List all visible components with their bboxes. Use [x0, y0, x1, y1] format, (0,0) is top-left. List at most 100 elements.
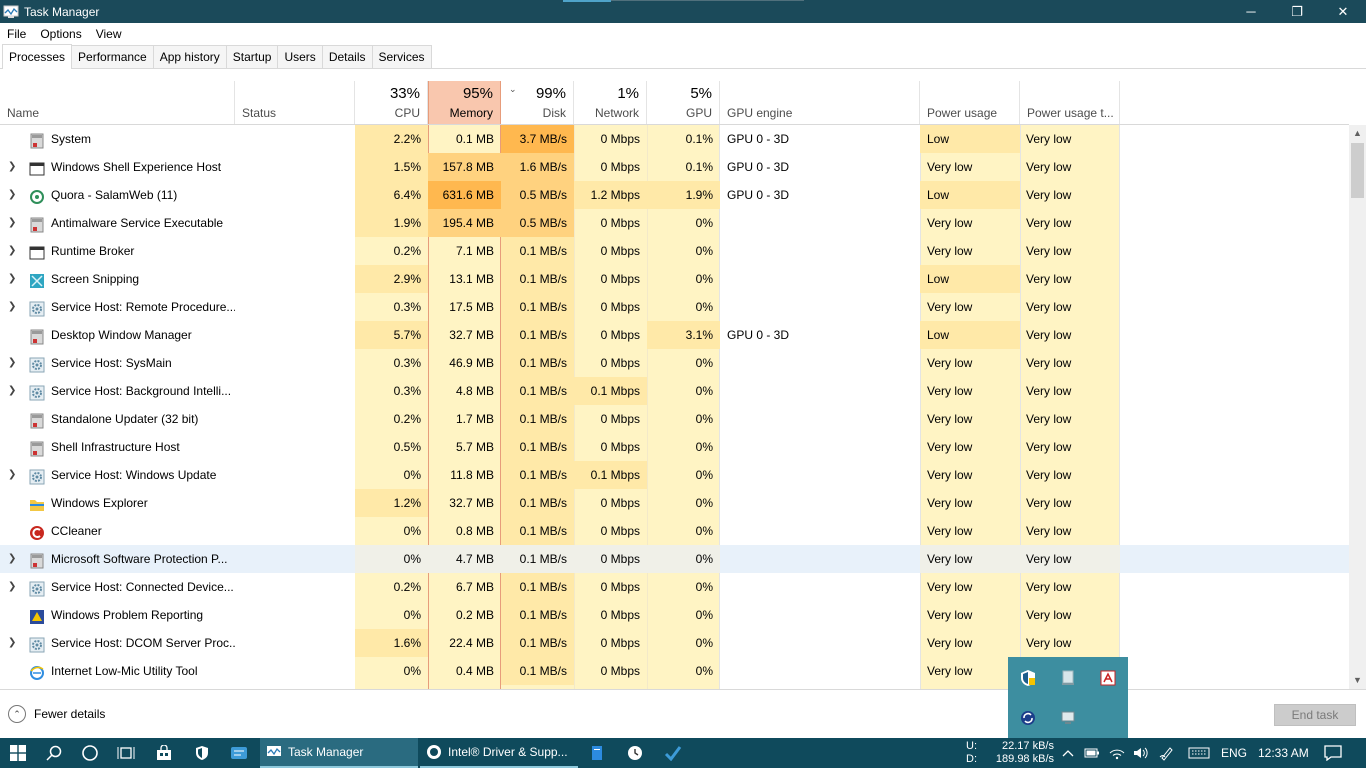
column-header-gpu[interactable]: 5% GPU: [647, 81, 720, 124]
net-cell: 0.1 Mbps: [574, 377, 647, 405]
table-row[interactable]: Windows Explorer 1.2% 32.7 MB 0.1 MB/s 0 Mbp…: [0, 489, 1349, 517]
gpu-total: 5%: [690, 85, 712, 102]
gpu-cell: 0%: [695, 412, 713, 426]
title-bar[interactable]: Task Manager ─ ❐ ✕: [0, 0, 1366, 23]
table-row[interactable]: ❯ Quora - SalamWeb (11) 6.4% 631.6 MB 0.5 MB…: [0, 181, 1349, 209]
scroll-thumb[interactable]: [1351, 143, 1364, 198]
notification-icon[interactable]: [1318, 738, 1348, 768]
end-task-button[interactable]: End task: [1274, 704, 1356, 726]
table-row[interactable]: ❯ Service Host: Background Intelli... 0.3%…: [0, 377, 1349, 405]
minimize-button[interactable]: ─: [1228, 0, 1274, 23]
tab-performance[interactable]: Performance: [71, 45, 154, 68]
expand-chevron-icon[interactable]: ❯: [8, 573, 18, 601]
column-header-status[interactable]: Status: [235, 81, 355, 124]
table-row[interactable]: ❯ Microsoft Software Protection P... 0% 4.7…: [0, 545, 1349, 573]
table-row[interactable]: ❯ Screen Snipping 2.9% 13.1 MB 0.1 MB/s 0 Mbp…: [0, 265, 1349, 293]
column-header-memory[interactable]: 95% Memory: [428, 81, 501, 124]
start-button[interactable]: [0, 738, 36, 768]
expand-chevron-icon[interactable]: ❯: [8, 629, 18, 657]
column-header-power-usage[interactable]: Power usage: [920, 81, 1020, 124]
search-icon[interactable]: [36, 738, 72, 768]
expand-chevron-icon[interactable]: ❯: [8, 293, 18, 321]
cortana-icon[interactable]: [72, 738, 108, 768]
expand-chevron-icon[interactable]: ❯: [8, 349, 18, 377]
language-indicator[interactable]: ENG: [1221, 738, 1247, 768]
scroll-down-icon[interactable]: ▼: [1349, 672, 1366, 689]
expand-chevron-icon[interactable]: ❯: [8, 209, 18, 237]
tab-startup[interactable]: Startup: [225, 45, 279, 68]
sync-icon[interactable]: [1019, 709, 1037, 727]
expand-chevron-icon[interactable]: ❯: [8, 377, 18, 405]
window-icon: [29, 159, 45, 176]
table-row[interactable]: System 2.2% 0.1 MB 3.7 MB/s 0 Mbps 0.1% GPU 0 …: [0, 125, 1349, 153]
app-icon-blue[interactable]: [220, 738, 258, 768]
table-row[interactable]: Windows Problem Reporting 0% 0.2 MB 0.1 MB/…: [0, 601, 1349, 629]
vertical-scrollbar[interactable]: ▲ ▼: [1349, 125, 1366, 689]
fewer-details-button[interactable]: ⌃ Fewer details: [8, 705, 105, 723]
tab-services[interactable]: Services: [371, 45, 432, 68]
store-icon[interactable]: [146, 738, 182, 768]
table-row[interactable]: ❯ Service Host: Connected Device... 0.2% 6.…: [0, 573, 1349, 601]
table-row[interactable]: Desktop Window Manager 5.7% 32.7 MB 0.1 MB/…: [0, 321, 1349, 349]
file-icon[interactable]: [582, 738, 612, 768]
column-header-power-trend[interactable]: Power usage t...: [1020, 81, 1120, 124]
table-row[interactable]: ❯ Windows Shell Experience Host 1.5% 157.8 …: [0, 153, 1349, 181]
menu-file[interactable]: File: [0, 27, 33, 41]
expand-chevron-icon[interactable]: ❯: [8, 181, 18, 209]
gpu-cell: 0%: [647, 545, 720, 573]
column-header-gpu-engine[interactable]: GPU engine: [720, 81, 920, 124]
clock[interactable]: 12:33 AM: [1258, 738, 1309, 768]
table-row[interactable]: ❯ Service Host: Windows Update 0% 11.8 MB 0.…: [0, 461, 1349, 489]
column-header-cpu[interactable]: 33% CPU: [355, 81, 428, 124]
net-cell: 0 Mbps: [600, 132, 640, 146]
table-row[interactable]: ❯ Service Host: Remote Procedure... 0.3% 17…: [0, 293, 1349, 321]
security-shield-icon[interactable]: [1019, 669, 1037, 687]
menu-options[interactable]: Options: [33, 27, 88, 41]
taskbar-task-manager-label: Task Manager: [288, 745, 364, 759]
defender-icon[interactable]: [184, 738, 220, 768]
column-header-name[interactable]: Name: [0, 81, 235, 124]
expand-chevron-icon[interactable]: ❯: [8, 237, 18, 265]
chevron-up-icon[interactable]: [1060, 738, 1076, 768]
taskbar-task-manager[interactable]: Task Manager: [260, 738, 418, 768]
expand-chevron-icon[interactable]: ❯: [8, 545, 18, 573]
clock-app-icon[interactable]: [620, 738, 650, 768]
expand-chevron-icon[interactable]: ❯: [8, 153, 18, 181]
tab-processes[interactable]: Processes: [2, 44, 73, 69]
taskbar-intel-driver[interactable]: Intel® Driver & Supp...: [420, 738, 578, 768]
mem-cell: 22.4 MB: [449, 636, 494, 650]
pen-icon[interactable]: [1156, 738, 1178, 768]
table-row[interactable]: ❯ Service Host: DCOM Server Proc... 1.6% 22…: [0, 629, 1349, 657]
column-header-network[interactable]: 1% Network: [574, 81, 647, 124]
close-button[interactable]: ✕: [1320, 0, 1366, 23]
gpu-cell: 0%: [695, 664, 713, 678]
table-row[interactable]: ❯ Service Host: SysMain 0.3% 46.9 MB 0.1 MB/…: [0, 349, 1349, 377]
restore-button[interactable]: ❐: [1274, 0, 1320, 23]
display-icon[interactable]: [1059, 709, 1077, 727]
table-row[interactable]: Shell Infrastructure Host 0.5% 5.7 MB 0.1 M…: [0, 433, 1349, 461]
keyboard-icon[interactable]: [1184, 738, 1214, 768]
task-view-icon[interactable]: [108, 738, 144, 768]
mem-cell: 195.4 MB: [428, 209, 501, 237]
battery-icon[interactable]: [1082, 738, 1102, 768]
device-icon[interactable]: [1059, 669, 1077, 687]
volume-icon[interactable]: [1130, 738, 1152, 768]
checkmark-app-icon[interactable]: [658, 738, 688, 768]
tab-users[interactable]: Users: [277, 45, 323, 68]
table-row[interactable]: ❯ Runtime Broker 0.2% 7.1 MB 0.1 MB/s 0 Mbps 0…: [0, 237, 1349, 265]
menu-view[interactable]: View: [89, 27, 129, 41]
tab-app-history[interactable]: App history: [152, 45, 227, 68]
table-row[interactable]: CCleaner 0% 0.8 MB 0.1 MB/s 0 Mbps 0% Very low…: [0, 517, 1349, 545]
scroll-up-icon[interactable]: ▲: [1349, 125, 1366, 142]
wifi-icon[interactable]: [1106, 738, 1128, 768]
process-name-cell: ❯ Screen Snipping: [0, 265, 235, 293]
pdf-reader-icon[interactable]: [1099, 669, 1117, 687]
expand-chevron-icon[interactable]: ❯: [8, 461, 18, 489]
table-row[interactable]: Standalone Updater (32 bit) 0.2% 1.7 MB 0.1…: [0, 405, 1349, 433]
table-row[interactable]: Internet Low-Mic Utility Tool 0% 0.4 MB 0.1…: [0, 657, 1349, 685]
expand-chevron-icon[interactable]: ❯: [8, 265, 18, 293]
upload-label: U:: [966, 740, 977, 752]
tab-details[interactable]: Details: [321, 45, 373, 68]
table-row[interactable]: ❯ Antimalware Service Executable 1.9% 195.4…: [0, 209, 1349, 237]
column-header-disk[interactable]: ⌄ 99% Disk: [501, 81, 574, 124]
